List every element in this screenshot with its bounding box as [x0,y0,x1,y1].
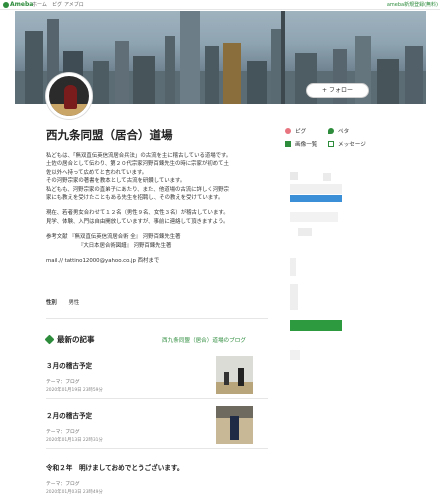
nav-pigg-link[interactable]: ピグ [52,1,62,9]
register-link[interactable]: ameba新規登録(無料) [387,1,438,9]
top-nav-bar: Ameba ホーム ピグ アメブロ ameba新規登録(無料) [0,0,440,10]
entry-thumbnail[interactable] [216,356,253,394]
sidebar-link-images[interactable]: 画像一覧 [285,140,317,148]
piggy-icon [285,128,291,134]
sidebar-link-messages[interactable]: メッセージ [328,140,366,148]
sidebar-link-pigg[interactable]: ピグ [285,127,306,135]
sidebar-link-peta[interactable]: ペタ [328,127,349,135]
blog-intro: 私どもは、「無双直伝英信流居合兵法」の古流を主に稽古している道場です。 土佐の居… [46,152,278,265]
dojo-photo [216,356,253,394]
follow-button[interactable]: + フォロー [306,83,369,98]
section-divider [46,318,268,319]
image-icon [285,141,291,147]
mail-icon [328,141,334,147]
dojo-photo [216,406,253,444]
entry-item[interactable]: 令和２年 明けましておめでとうございます。 テーマ：ブログ 2020年01月03… [46,462,268,495]
gender-label: 性別 [46,300,57,306]
sidebar-ad-block [290,172,298,180]
entry-thumbnail[interactable] [216,406,253,444]
ameba-logo-icon [3,2,9,8]
entry-date: 2020年01月03日 23時49分 [46,490,103,495]
blog-top-link[interactable]: 西九条同盟（居合）道場のブログ [162,336,246,344]
sidebar-green-button[interactable] [290,320,342,331]
entry-theme[interactable]: テーマ：ブログ [46,480,268,487]
avatar-figure [64,85,77,109]
contact-email: mail.// tattino12000@yahoo.co.jp 西村まで [46,258,160,265]
profile-avatar[interactable] [46,73,92,119]
blog-title[interactable]: 西九条同盟（居合）道場 [46,127,173,143]
sidebar-blue-bar [290,195,342,202]
entry-title[interactable]: 令和２年 明けましておめでとうございます。 [46,462,268,472]
recent-entries-heading: 最新の記事 [44,334,95,345]
nav-ameblo-link[interactable]: アメブロ [64,1,84,9]
ameba-logo[interactable]: Ameba [3,1,33,9]
nav-home-link[interactable]: ホーム [32,1,47,9]
bird-icon [328,128,334,134]
gender-value: 男性 [68,300,80,306]
pen-icon [44,334,55,345]
profile-gender: 性別 男性 [46,298,79,306]
